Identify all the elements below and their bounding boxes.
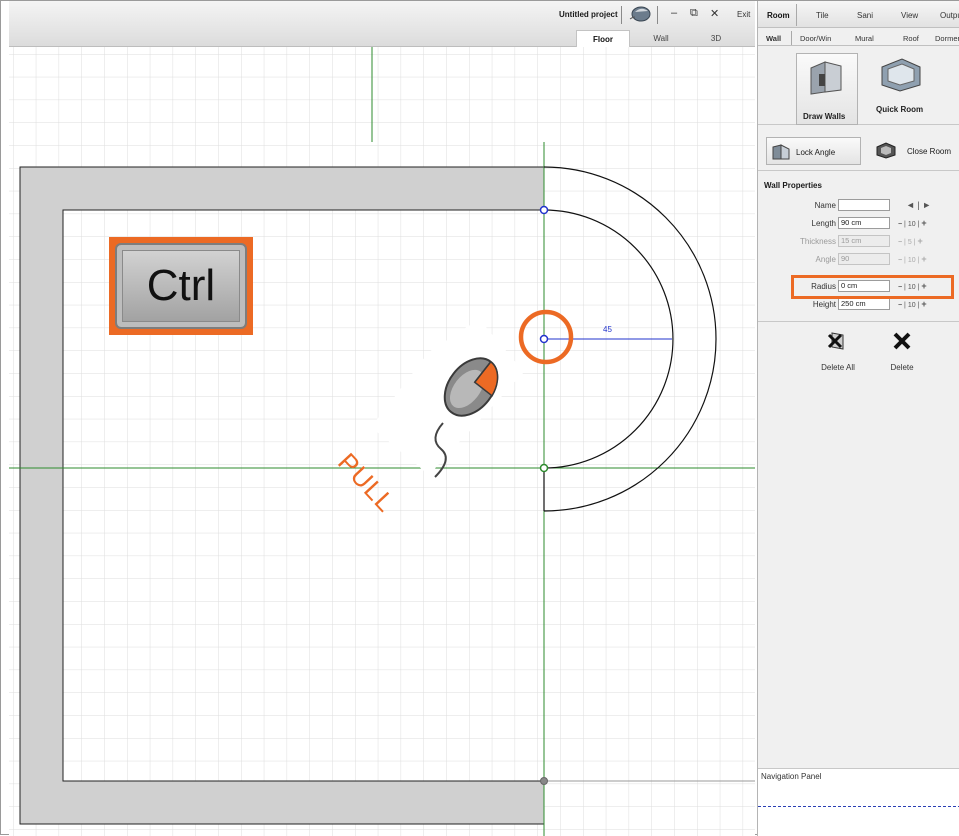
property-label: Height: [812, 300, 836, 309]
property-stepper: − | 10 | +: [898, 254, 950, 265]
lock-angle-button[interactable]: Lock Angle: [766, 137, 861, 165]
radius-dimension-value: 45: [603, 325, 612, 334]
stepper-step-value: 10: [907, 221, 916, 228]
increment-icon[interactable]: +: [921, 254, 926, 264]
wall-node[interactable]: [539, 463, 549, 473]
delete-all-icon: [827, 332, 844, 350]
delete-all-label: Delete All: [821, 363, 855, 372]
subtab-door-win[interactable]: Door/Win: [800, 34, 831, 43]
lock-angle-icon: [772, 144, 790, 160]
property-row-length: Length 90 cm − | 10 | +: [758, 215, 959, 233]
center-node[interactable]: [539, 334, 549, 344]
increment-icon[interactable]: +: [917, 236, 922, 246]
lock-angle-label: Lock Angle: [796, 148, 836, 157]
floor-plan-drawing[interactable]: [9, 47, 755, 836]
mouse-help-icon[interactable]: [627, 5, 653, 23]
sub-tabs: Wall Door/Win Mural Roof Dormer: [758, 29, 959, 46]
canvas-toolbar: Untitled project – ⧉ ✕ Exit Floor Wall 3…: [9, 1, 755, 47]
ctrl-key-badge: Ctrl: [109, 237, 253, 335]
property-value-field[interactable]: 90 cm: [838, 217, 890, 229]
toolbar-separator: [621, 6, 622, 24]
tab-room[interactable]: Room: [767, 11, 790, 20]
navigation-line: [758, 806, 959, 807]
tab-wall[interactable]: Wall: [634, 30, 688, 47]
delete-icon: [893, 332, 911, 350]
property-value-field[interactable]: 250 cm: [838, 298, 890, 310]
property-label: Length: [811, 219, 836, 228]
increment-icon[interactable]: +: [921, 299, 926, 309]
quick-room-label[interactable]: Quick Room: [876, 105, 923, 114]
tab-tile[interactable]: Tile: [816, 11, 829, 20]
property-stepper: − | 5 | +: [898, 236, 950, 247]
name-field[interactable]: [838, 199, 890, 211]
radius-highlight-box: [791, 275, 954, 299]
restore-icon[interactable]: ⧉: [690, 7, 698, 20]
wall-tools: Draw Walls Quick Room: [758, 47, 959, 125]
properties-panel: Room Tile Sani View Output Wall Door/Win…: [757, 1, 959, 836]
stepper-step-value: 10: [907, 257, 916, 264]
close-room-icon[interactable]: [875, 141, 897, 159]
room-tools: Lock Angle Close Room: [758, 129, 959, 171]
property-value-field: 15 cm: [838, 235, 890, 247]
delete-button[interactable]: Delete: [872, 331, 932, 372]
property-label: Angle: [815, 255, 836, 264]
toolbar-separator: [657, 6, 658, 24]
quick-room-icon[interactable]: [878, 57, 924, 93]
delete-all-button[interactable]: Delete All: [808, 331, 868, 372]
property-stepper[interactable]: − | 10 | +: [898, 299, 950, 310]
property-row-angle: Angle 90 − | 10 | +: [758, 251, 959, 269]
project-title: Untitled project: [559, 10, 618, 19]
tab-3d[interactable]: 3D: [689, 30, 743, 47]
stepper-step-value: 10: [907, 302, 916, 309]
exit-button[interactable]: Exit: [737, 10, 750, 19]
delete-label: Delete: [890, 363, 914, 372]
draw-walls-button[interactable]: Draw Walls: [796, 53, 858, 125]
ctrl-key-label: Ctrl: [115, 243, 247, 329]
tab-view[interactable]: View: [901, 11, 918, 20]
property-value-field: 90: [838, 253, 890, 265]
property-label: Thickness: [799, 237, 836, 246]
name-label: Name: [814, 201, 836, 210]
name-row: Name ◄ | ►: [758, 197, 959, 215]
navigation-panel-title: Navigation Panel: [761, 772, 822, 781]
subtab-dormer[interactable]: Dormer: [935, 34, 959, 43]
draw-walls-icon: [810, 61, 842, 95]
wall-node[interactable]: [540, 777, 548, 785]
subtab-wall[interactable]: Wall: [766, 34, 781, 43]
grid: [9, 47, 755, 836]
subtab-roof[interactable]: Roof: [903, 34, 919, 43]
increment-icon[interactable]: +: [921, 218, 926, 228]
close-icon[interactable]: ✕: [710, 7, 719, 20]
wall-properties-title: Wall Properties: [764, 181, 822, 190]
application-window: Untitled project – ⧉ ✕ Exit Floor Wall 3…: [0, 0, 959, 836]
draw-walls-label: Draw Walls: [803, 112, 846, 121]
subtab-mural[interactable]: Mural: [855, 34, 874, 43]
close-room-label[interactable]: Close Room: [907, 147, 951, 156]
tab-output[interactable]: Output: [940, 11, 959, 20]
navigation-panel[interactable]: Navigation Panel: [758, 768, 959, 836]
divider: [758, 321, 959, 322]
floor-plan-canvas[interactable]: Ctrl PULL 45: [9, 47, 755, 836]
wall-node[interactable]: [539, 205, 549, 215]
main-tabs: Room Tile Sani View Output: [758, 1, 959, 28]
name-nav-arrows[interactable]: ◄ | ►: [906, 200, 958, 211]
tab-floor[interactable]: Floor: [576, 30, 630, 47]
minimize-icon[interactable]: –: [671, 7, 677, 19]
tab-sani[interactable]: Sani: [857, 11, 873, 20]
property-row-thickness: Thickness 15 cm − | 5 | +: [758, 233, 959, 251]
property-stepper[interactable]: − | 10 | +: [898, 218, 950, 229]
